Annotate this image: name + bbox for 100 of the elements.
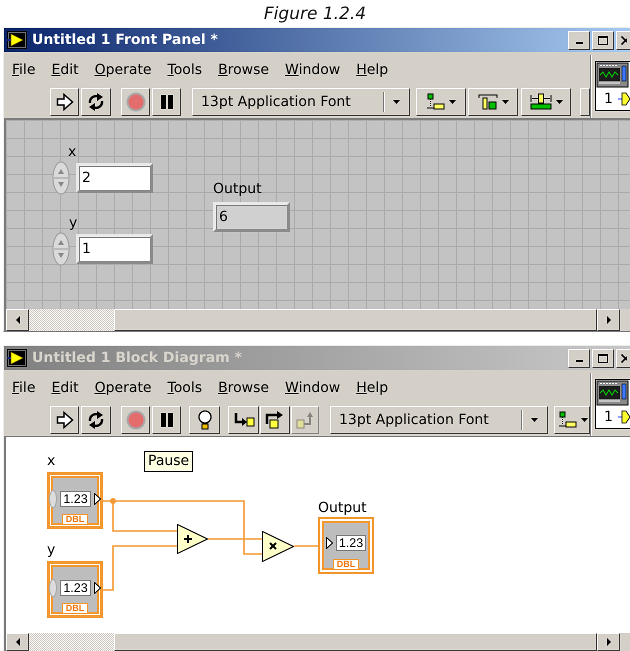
stop-icon [126, 410, 146, 430]
pause-icon [158, 94, 174, 110]
spinner-icon [49, 579, 58, 597]
caret-icon [556, 100, 563, 104]
terminal-arrow-icon [94, 582, 101, 594]
terminal-arrow-icon [326, 537, 333, 549]
numeric-indicator: 6 [213, 202, 290, 232]
wire-junction-icon [110, 498, 116, 504]
scroll-right-button[interactable] [597, 633, 620, 651]
terminal-label: Output [318, 500, 367, 516]
numeric-input[interactable]: 2 [76, 163, 153, 193]
spinner-icon [49, 490, 58, 508]
menu-item[interactable]: File [12, 379, 36, 397]
menu-item[interactable]: Window [285, 379, 340, 397]
align-button[interactable] [554, 406, 590, 434]
menu-item[interactable]: Edit [51, 61, 79, 79]
cycle-arrows-icon [86, 92, 106, 112]
distribute-button[interactable] [468, 88, 518, 116]
light-bulb-icon [196, 410, 212, 430]
pause-icon [158, 412, 174, 428]
tooltip: Pause [144, 451, 194, 472]
abort-button[interactable] [121, 406, 150, 434]
scrollbar-thumb[interactable] [114, 309, 597, 331]
scroll-left-button[interactable] [6, 633, 29, 651]
pause-button[interactable] [152, 406, 181, 434]
run-arrow-icon [56, 410, 74, 428]
menu-item[interactable]: Operate [94, 61, 152, 79]
run-continuously-button[interactable] [81, 88, 111, 116]
maximize-icon [598, 354, 608, 362]
terminal-value: 1.23 [60, 491, 91, 507]
close-button[interactable] [616, 30, 630, 50]
control-label: Output [213, 181, 262, 197]
app-icon [7, 31, 27, 49]
resize-button[interactable] [521, 88, 571, 116]
caret-icon [502, 100, 509, 104]
abort-button[interactable] [121, 88, 150, 116]
run-button[interactable] [50, 406, 79, 434]
maximize-button[interactable] [592, 348, 614, 368]
left-arrow-icon [16, 638, 20, 646]
maximize-button[interactable] [592, 30, 614, 50]
highlight-execution-button[interactable] [189, 406, 220, 434]
numeric-input[interactable]: 1 [76, 234, 153, 264]
right-arrow-icon [606, 316, 610, 324]
minimize-button[interactable] [568, 30, 590, 50]
menu-item[interactable]: Browse [218, 61, 270, 79]
step-out-icon [295, 410, 315, 428]
font-dropdown[interactable]: 13pt Application Font [192, 88, 410, 116]
left-arrow-icon [16, 316, 20, 324]
app-icon [7, 349, 27, 367]
terminal-value: 1.23 [60, 580, 91, 596]
indicator-terminal[interactable]: 1.23 DBL [318, 517, 374, 574]
step-into-icon [232, 410, 254, 428]
run-continuously-button[interactable] [81, 406, 111, 434]
right-arrow-icon [606, 638, 610, 646]
cycle-arrows-icon [86, 410, 106, 430]
vi-number: 1 [604, 91, 613, 107]
scroll-right-button[interactable] [597, 309, 620, 331]
menu-item[interactable]: Help [356, 61, 388, 79]
menu-item[interactable]: Browse [218, 379, 270, 397]
close-icon [621, 354, 627, 362]
figure-caption: Figure 1.2.4 [264, 5, 366, 24]
scrollbar-thumb[interactable] [114, 633, 597, 651]
run-button[interactable] [50, 88, 79, 116]
window-title: Untitled 1 Front Panel * [32, 31, 218, 49]
terminal-label: x [47, 453, 56, 469]
control-terminal[interactable]: 1.23 DBL [47, 472, 103, 529]
distribute-icon [477, 92, 499, 110]
control-label: x [68, 144, 76, 160]
maximize-icon [598, 36, 608, 44]
align-button[interactable] [416, 88, 466, 116]
caret-icon [531, 418, 538, 422]
stop-icon [126, 92, 146, 112]
step-over-button[interactable] [260, 406, 290, 434]
terminal-arrow-icon [94, 493, 101, 505]
menu-item[interactable]: Help [356, 379, 388, 397]
terminal-label: y [47, 542, 56, 558]
step-into-button[interactable] [228, 406, 259, 434]
menu-item[interactable]: Tools [168, 61, 202, 79]
caret-icon [393, 100, 400, 104]
menu-item[interactable]: File [12, 61, 36, 79]
caret-icon [449, 100, 456, 104]
data-type-label: DBL [62, 514, 88, 525]
pause-button[interactable] [152, 88, 181, 116]
minimize-button[interactable] [568, 348, 590, 368]
toolbar-button[interactable] [580, 88, 590, 116]
add-node-icon[interactable] [177, 524, 208, 554]
font-dropdown[interactable]: 13pt Application Font [330, 406, 548, 434]
menu-item[interactable]: Window [285, 61, 340, 79]
window-title: Untitled 1 Block Diagram * [32, 349, 242, 367]
multiply-node-icon[interactable] [262, 531, 294, 562]
menu-item[interactable]: Operate [94, 379, 152, 397]
align-icon [558, 410, 578, 428]
control-terminal[interactable]: 1.23 DBL [47, 561, 103, 618]
close-button[interactable] [616, 348, 630, 368]
resize-icon [529, 92, 553, 110]
menu-item[interactable]: Tools [168, 379, 202, 397]
data-type-label: DBL [62, 603, 88, 614]
wire [294, 545, 318, 547]
menu-item[interactable]: Edit [51, 379, 79, 397]
scroll-left-button[interactable] [6, 309, 29, 331]
